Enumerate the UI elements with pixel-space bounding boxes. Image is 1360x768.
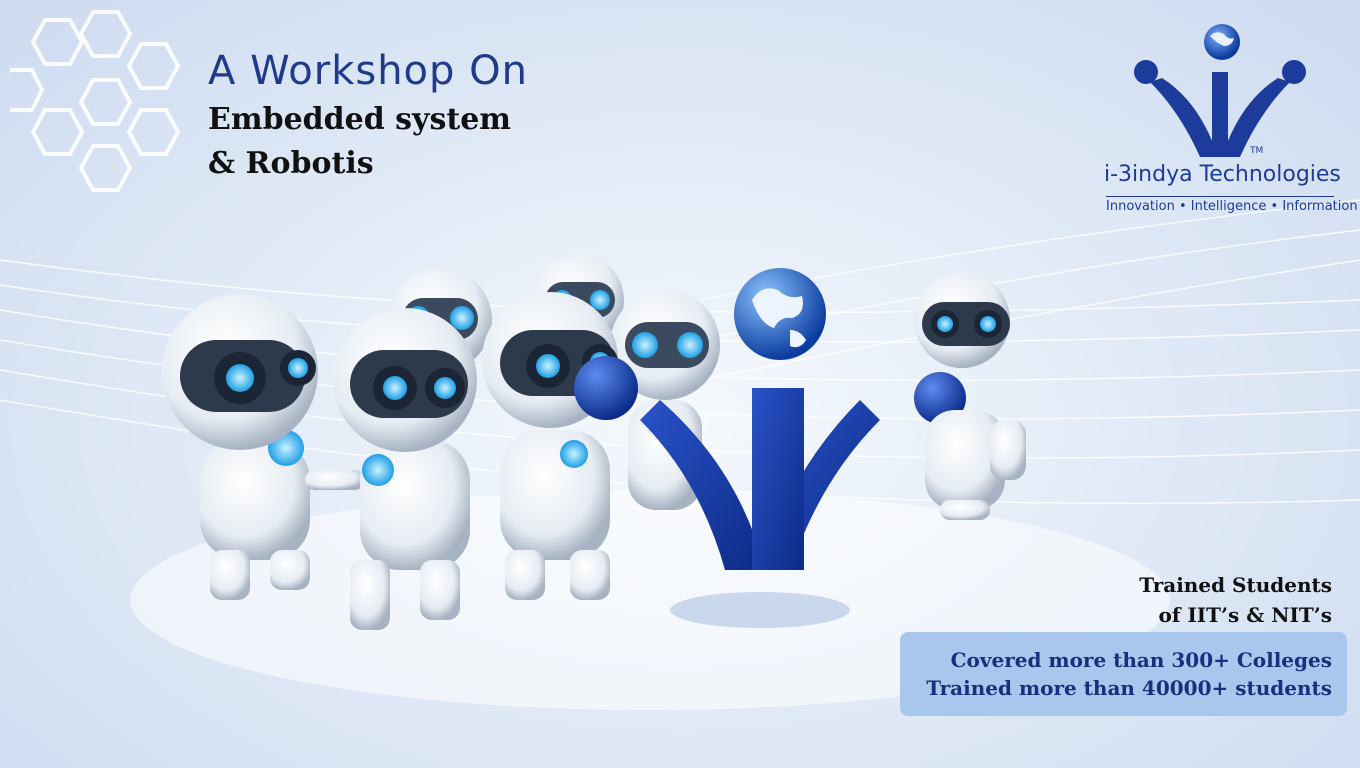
- trained-students-line2: of IIT’s & NIT’s: [1158, 603, 1332, 627]
- stat-students: Trained more than 40000+ students: [926, 676, 1332, 700]
- robot-mid-left: [333, 308, 477, 630]
- robot-left: [162, 294, 365, 600]
- stat-colleges: Covered more than 300+ Colleges: [950, 648, 1332, 672]
- trained-students-line1: Trained Students: [1139, 573, 1332, 597]
- stats-box: [900, 632, 1347, 716]
- robot-center: [482, 292, 618, 600]
- banner: A Workshop On Embedded system & Robotis …: [0, 0, 1360, 768]
